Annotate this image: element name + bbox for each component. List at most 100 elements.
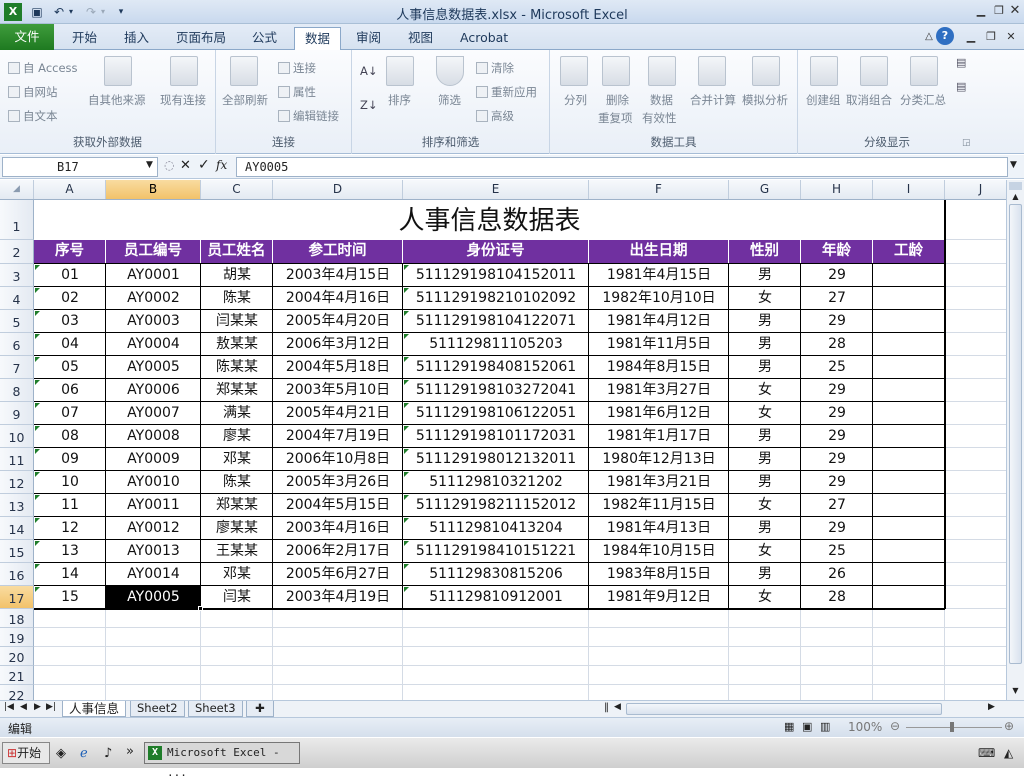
table-cell[interactable]: AY0006 [106,379,201,402]
table-cell[interactable]: 25 [801,356,873,379]
table-cell[interactable] [873,379,945,402]
formula-input[interactable]: AY0005 [236,157,1008,177]
from-web-button[interactable]: 自网站 [8,84,58,100]
row-header[interactable]: 9 [0,402,34,425]
table-cell[interactable]: 2003年4月15日 [273,264,403,287]
row-header[interactable]: 7 [0,356,34,379]
table-cell[interactable]: 1984年10月15日 [589,540,729,563]
table-cell[interactable]: 2004年5月18日 [273,356,403,379]
column-header-g[interactable]: G [729,180,801,199]
table-cell[interactable]: 511129198211152012 [403,494,589,517]
worksheet-grid[interactable]: 人事信息数据表 序号 员工编号 员工姓名 参工时间 身份证号 出生日期 性别 年龄 工龄 01 AY0… [34,200,1006,700]
table-cell[interactable]: 01 [34,264,106,287]
table-cell[interactable]: 女 [729,494,801,517]
sheet-tab-sheet3[interactable]: Sheet3 [188,701,243,717]
row-header[interactable]: 1 [0,200,34,240]
table-cell[interactable]: 2003年4月19日 [273,586,403,609]
tab-acrobat[interactable]: Acrobat [450,27,518,50]
table-cell[interactable]: AY0014 [106,563,201,586]
table-cell[interactable] [873,494,945,517]
tab-insert[interactable]: 插入 [114,27,159,50]
scroll-right-icon[interactable]: ▶ [988,702,995,712]
table-cell[interactable]: 2003年5月10日 [273,379,403,402]
row-header[interactable]: 18 [0,609,34,628]
row-header[interactable]: 4 [0,287,34,310]
table-header-cell[interactable]: 性别 [729,240,801,263]
properties-button[interactable]: 属性 [278,84,316,100]
table-header-cell[interactable]: 年龄 [801,240,873,263]
zoom-in-icon[interactable]: ⊕ [1004,719,1014,733]
row-header[interactable]: 19 [0,628,34,647]
table-cell[interactable]: AY0010 [106,471,201,494]
row-header[interactable]: 11 [0,448,34,471]
fill-handle[interactable] [198,606,203,611]
zoom-level[interactable]: 100% [848,720,882,734]
table-cell[interactable] [873,333,945,356]
column-header-h[interactable]: H [801,180,873,199]
table-cell[interactable]: 04 [34,333,106,356]
tray-icon[interactable]: ◭ [1004,746,1013,760]
table-cell[interactable]: 邓某 [201,563,273,586]
table-cell[interactable] [873,586,945,609]
table-cell[interactable]: 51112981110520​3 [403,333,589,356]
cancel-entry-icon[interactable]: ✕ [180,158,191,173]
table-cell[interactable]: 陈某某 [201,356,273,379]
column-header-i[interactable]: I [873,180,945,199]
table-cell[interactable]: 05 [34,356,106,379]
remove-duplicates-button[interactable]: 删除 [606,92,629,108]
table-cell[interactable]: 1981年4月15日 [589,264,729,287]
vertical-scrollbar[interactable]: ▲ ▼ [1006,180,1024,700]
table-cell[interactable]: 08 [34,425,106,448]
clear-button[interactable]: 清除 [476,60,514,76]
table-cell[interactable] [873,310,945,333]
table-cell[interactable]: 2005年4月20日 [273,310,403,333]
table-cell[interactable]: 1981年11月5日 [589,333,729,356]
table-cell[interactable]: 敖某某 [201,333,273,356]
table-cell[interactable]: 郑某某 [201,494,273,517]
column-header-d[interactable]: D [273,180,403,199]
table-cell[interactable]: 09 [34,448,106,471]
table-cell[interactable]: AY0009 [106,448,201,471]
table-cell[interactable]: 女 [729,287,801,310]
table-cell[interactable]: 29 [801,425,873,448]
table-cell[interactable]: AY0002 [106,287,201,310]
table-cell[interactable] [873,402,945,425]
taskbar-excel-button[interactable]: X Microsoft Excel - ... [144,742,300,779]
table-cell[interactable]: 10 [34,471,106,494]
workbook-minimize-icon[interactable]: ▁ [960,28,982,46]
outline-dialog-launcher-icon[interactable]: ◲ [962,138,971,148]
refresh-all-button[interactable]: 全部刷新 [222,92,268,108]
row-header[interactable]: 16 [0,563,34,586]
what-if-button[interactable]: 模拟分析 [742,92,788,108]
table-cell[interactable]: 511129198104122071 [403,310,589,333]
scroll-down-icon[interactable]: ▼ [1009,686,1022,695]
table-cell[interactable]: 男 [729,517,801,540]
desktop-icon[interactable]: ◈ [56,746,66,761]
sort-za-icon[interactable]: Z↓ [360,98,378,112]
table-cell[interactable]: 27 [801,287,873,310]
data-validation-label2[interactable]: 有效性 [642,110,677,126]
table-cell[interactable]: 02 [34,287,106,310]
table-cell[interactable]: 14 [34,563,106,586]
table-cell[interactable]: 03 [34,310,106,333]
column-header-e[interactable]: E [403,180,589,199]
table-cell[interactable]: 男 [729,563,801,586]
select-all-corner[interactable]: ◢ [0,180,34,199]
table-cell[interactable]: 29 [801,264,873,287]
table-cell[interactable]: 闫某某 [201,310,273,333]
table-cell[interactable]: 28 [801,586,873,609]
filter-button[interactable]: 筛选 [438,92,461,108]
subtotal-button[interactable]: 分类汇总 [900,92,946,108]
zoom-slider[interactable] [906,727,1002,728]
tab-file[interactable]: 文件 [0,24,54,50]
sheet-tab-active[interactable]: 人事信息 [62,701,127,717]
table-cell[interactable]: AY0013 [106,540,201,563]
scroll-left-icon[interactable]: ◀ [614,702,621,712]
zoom-out-icon[interactable]: ⊖ [890,719,900,733]
table-header-cell[interactable]: 员工姓名 [201,240,273,263]
table-cell[interactable] [873,356,945,379]
connections-button[interactable]: 连接 [278,60,316,76]
table-cell[interactable]: 男 [729,471,801,494]
table-cell[interactable]: 1981年4月13日 [589,517,729,540]
first-sheet-icon[interactable]: |◀ [4,702,14,712]
